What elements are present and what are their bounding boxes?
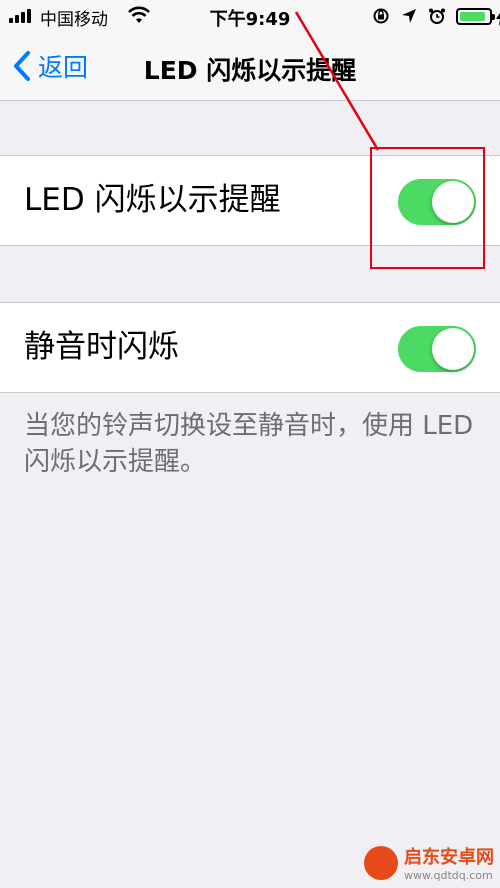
annotation-arrow xyxy=(294,11,380,151)
watermark-name: 启东安卓网 xyxy=(404,847,494,868)
watermark: 启东安卓网 www.qdtdq.com xyxy=(364,843,494,882)
annotation-highlight-box xyxy=(370,147,485,269)
watermark-logo xyxy=(364,845,398,880)
watermark-url: www.qdtdq.com xyxy=(404,869,493,882)
